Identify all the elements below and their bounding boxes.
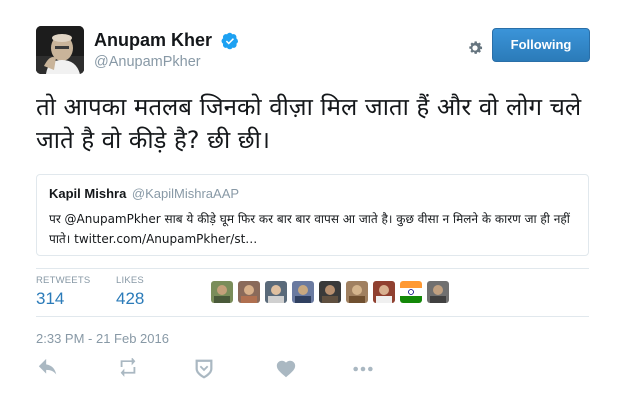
retweets-label: RETWEETS — [36, 275, 91, 286]
verified-badge-icon — [221, 32, 239, 49]
liker-avatar-4[interactable] — [292, 281, 314, 303]
liker-avatar-2[interactable] — [238, 281, 260, 303]
quoted-author-name: Kapil Mishra — [49, 186, 127, 201]
tweet-text: तो आपका मतलब जिनको वीज़ा मिल जाता हैं और… — [36, 93, 582, 154]
liker-avatar-3[interactable] — [265, 281, 287, 303]
following-button[interactable]: Following — [492, 28, 590, 62]
more-icon[interactable] — [351, 358, 375, 380]
liker-avatar-9[interactable] — [427, 281, 449, 303]
likes-stat[interactable]: LIKES 428 — [116, 275, 144, 309]
liker-avatar-7[interactable] — [373, 281, 395, 303]
retweets-count: 314 — [36, 289, 65, 308]
likes-label: LIKES — [116, 275, 144, 286]
reply-icon[interactable] — [36, 358, 60, 380]
quoted-author-handle: @KapilMishraAAP — [131, 186, 240, 201]
liker-avatar-8[interactable] — [400, 281, 422, 303]
liker-avatar-1[interactable] — [211, 281, 233, 303]
gear-icon[interactable] — [466, 39, 484, 57]
tweet-header: Anupam Kher @AnupamPkher Following — [36, 26, 590, 76]
liker-avatar-6[interactable] — [346, 281, 368, 303]
retweets-stat[interactable]: RETWEETS 314 — [36, 275, 90, 309]
author-handle[interactable]: @AnupamPkher — [94, 54, 239, 70]
liker-avatar-5[interactable] — [319, 281, 341, 303]
tweet-actions — [36, 358, 436, 382]
quoted-tweet-text: पर @AnupamPkher साब ये कीड़े घूम फिर कर … — [49, 212, 570, 246]
retweet-icon[interactable] — [116, 358, 140, 380]
quoted-tweet[interactable]: Kapil Mishra @KapilMishraAAP पर @AnupamP… — [36, 174, 589, 256]
divider — [36, 268, 589, 269]
like-icon[interactable] — [274, 358, 298, 380]
quoted-tweet-header: Kapil Mishra @KapilMishraAAP — [49, 186, 239, 201]
divider — [36, 316, 589, 317]
tweet-timestamp[interactable]: 2:33 PM - 21 Feb 2016 — [36, 331, 169, 346]
save-icon[interactable] — [192, 358, 216, 380]
likes-count: 428 — [116, 289, 145, 308]
author-name[interactable]: Anupam Kher — [94, 30, 212, 51]
author-block: Anupam Kher @AnupamPkher — [94, 30, 239, 70]
avatar[interactable] — [36, 26, 84, 74]
